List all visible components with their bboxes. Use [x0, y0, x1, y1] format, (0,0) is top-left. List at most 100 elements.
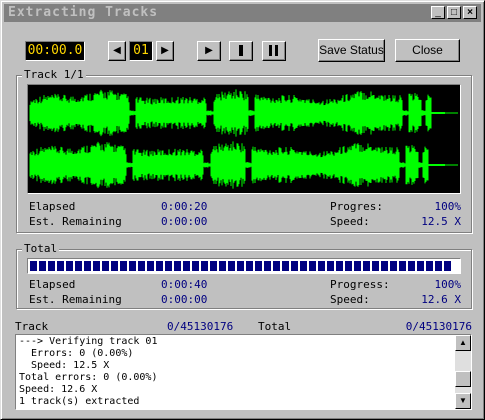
- progress-segment: [57, 261, 64, 271]
- progress-segment: [246, 261, 253, 271]
- progress-segment: [426, 261, 433, 271]
- progress-segment: [75, 261, 82, 271]
- track-number-display: 01: [129, 41, 153, 61]
- save-status-button[interactable]: Save Status: [318, 39, 385, 62]
- triangle-right-icon: ▶: [161, 45, 169, 56]
- summary-track-label: Track: [15, 320, 49, 333]
- time-display: 00:00.0: [25, 41, 85, 61]
- triangle-left-icon: ◀: [113, 45, 121, 56]
- summary-total-value: 0/45130176: [405, 320, 472, 333]
- title-bar[interactable]: Extracting Tracks _ □ ×: [4, 4, 481, 22]
- progress-segment: [165, 261, 172, 271]
- stop-button[interactable]: [229, 41, 253, 61]
- progress-segment: [363, 261, 370, 271]
- total-remaining-label: Est. Remaining: [29, 293, 122, 306]
- minimize-button[interactable]: _: [431, 6, 445, 19]
- waveform-display: [27, 84, 461, 194]
- total-remaining-value: 0:00:00: [161, 293, 208, 306]
- track-speed-value: 12.5 X: [421, 215, 461, 228]
- progress-segment: [444, 261, 451, 271]
- play-icon: ▶: [205, 45, 213, 56]
- total-elapsed-value: 0:00:40: [161, 278, 208, 291]
- extracting-tracks-window: Extracting Tracks _ □ × 00:00.0 ◀ 01 ▶ ▶…: [0, 0, 485, 420]
- arrow-down-icon: ▼: [459, 396, 467, 405]
- next-track-button[interactable]: ▶: [156, 41, 174, 61]
- log-line: Speed: 12.6 X: [19, 384, 98, 395]
- track-remaining-value: 0:00:00: [161, 215, 208, 228]
- window-title: Extracting Tracks: [8, 5, 159, 20]
- progress-segment: [39, 261, 46, 271]
- progress-segment: [48, 261, 55, 271]
- progress-segment: [282, 261, 289, 271]
- progress-segment: [120, 261, 127, 271]
- progress-segment: [156, 261, 163, 271]
- progress-segment: [336, 261, 343, 271]
- log-line: Errors: 0 (0.00%): [19, 348, 134, 359]
- pause-icon: [269, 45, 272, 56]
- scroll-up-button[interactable]: ▲: [455, 335, 471, 351]
- progress-segment: [435, 261, 442, 271]
- waveform-graph: [29, 89, 458, 189]
- track-speed-label: Speed:: [330, 215, 370, 228]
- previous-track-button[interactable]: ◀: [108, 41, 126, 61]
- progress-segment: [147, 261, 154, 271]
- total-progress-value: 100%: [434, 278, 462, 291]
- progress-segment: [309, 261, 316, 271]
- log-line: ---> Verifying track 01: [19, 336, 158, 347]
- progress-segment: [183, 261, 190, 271]
- progress-segment: [300, 261, 307, 271]
- progress-segment: [372, 261, 379, 271]
- progress-segment: [291, 261, 298, 271]
- total-speed-value: 12.6 X: [421, 293, 461, 306]
- total-elapsed-label: Elapsed: [29, 278, 76, 291]
- progress-segment: [417, 261, 424, 271]
- stop-icon: [239, 45, 243, 56]
- track-remaining-label: Est. Remaining: [29, 215, 122, 228]
- progress-segment: [210, 261, 217, 271]
- progress-segment: [327, 261, 334, 271]
- progress-segment: [174, 261, 181, 271]
- progress-segment: [102, 261, 109, 271]
- progress-segment: [111, 261, 118, 271]
- progress-segment: [354, 261, 361, 271]
- scroll-down-button[interactable]: ▼: [455, 393, 471, 409]
- total-progress-fill: [30, 261, 458, 271]
- progress-segment: [273, 261, 280, 271]
- progress-segment: [264, 261, 271, 271]
- track-progress-value: 100%: [434, 200, 462, 213]
- close-window-button[interactable]: ×: [463, 6, 477, 19]
- log-line: Speed: 12.5 X: [19, 360, 110, 371]
- progress-segment: [381, 261, 388, 271]
- progress-segment: [84, 261, 91, 271]
- maximize-button[interactable]: □: [447, 6, 461, 19]
- log-line: 1 track(s) extracted: [19, 396, 140, 407]
- track-elapsed-value: 0:00:20: [161, 200, 208, 213]
- total-progress-bar: [27, 258, 461, 274]
- progress-segment: [138, 261, 145, 271]
- progress-segment: [192, 261, 199, 271]
- summary-track-value: 0/45130176: [167, 320, 234, 333]
- progress-segment: [228, 261, 235, 271]
- track-elapsed-label: Elapsed: [29, 200, 76, 213]
- total-progress-label: Progress:: [330, 278, 390, 291]
- log-line: Total errors: 0 (0.00%): [19, 372, 158, 383]
- pause-button[interactable]: [262, 41, 286, 61]
- progress-segment: [219, 261, 226, 271]
- progress-segment: [129, 261, 136, 271]
- track-group-title: Track 1/1: [22, 68, 86, 81]
- summary-total-label: Total: [258, 320, 292, 333]
- progress-segment: [399, 261, 406, 271]
- close-button[interactable]: Close: [395, 39, 460, 62]
- log-lines: ---> Verifying track 01 Errors: 0 (0.00%…: [19, 336, 157, 408]
- log-scrollbar[interactable]: ▲ ▼: [455, 335, 471, 409]
- total-group-title: Total: [22, 242, 60, 255]
- track-progress-label: Progres:: [330, 200, 383, 213]
- scroll-thumb[interactable]: [455, 371, 471, 387]
- progress-segment: [318, 261, 325, 271]
- progress-segment: [255, 261, 262, 271]
- progress-segment: [408, 261, 415, 271]
- progress-segment: [30, 261, 37, 271]
- log-textbox[interactable]: ---> Verifying track 01 Errors: 0 (0.00%…: [15, 334, 472, 410]
- progress-segment: [390, 261, 397, 271]
- play-button[interactable]: ▶: [197, 41, 221, 61]
